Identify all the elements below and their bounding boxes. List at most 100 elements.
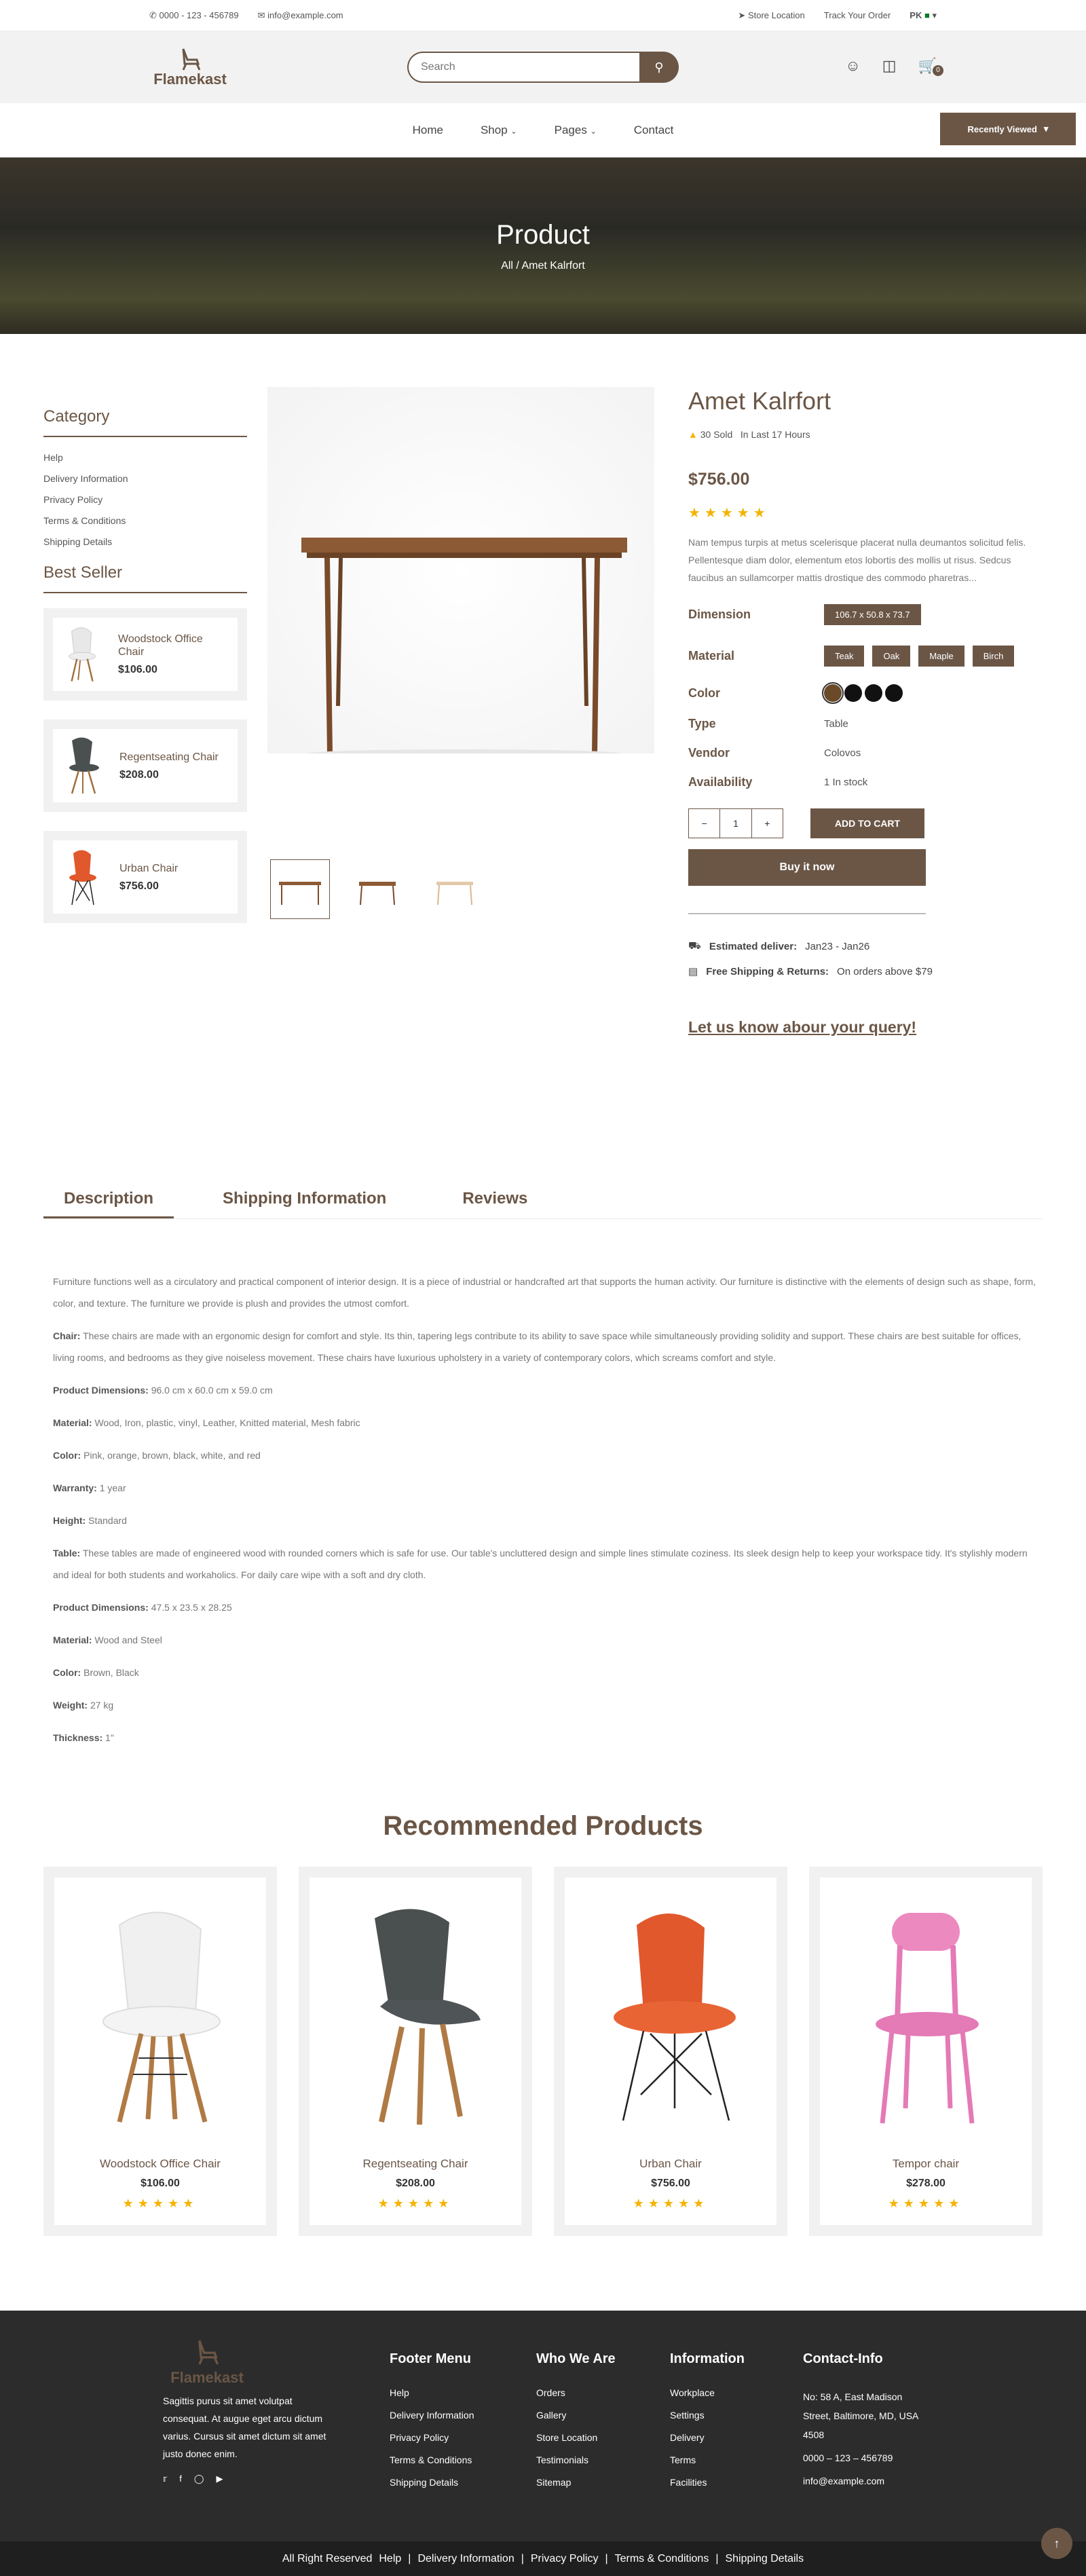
footer-link[interactable]: Settings [670,2410,745,2421]
footer-logo[interactable]: Flamekast [163,2338,251,2387]
cart-icon[interactable]: 🛒 0 [918,57,943,76]
buy-now-button[interactable]: Buy it now [688,849,926,886]
track-order-link[interactable]: Track Your Order [824,10,891,20]
product-card[interactable]: Woodstock Office Chair $106.00 ★★★★★ [43,1867,277,2236]
user-icon[interactable]: ☺ [845,57,860,75]
footer-link[interactable]: Terms [670,2454,745,2465]
purchase-row: −1 + ADD TO CART [688,808,1043,838]
spec-line: Weight: 27 kg [53,1700,114,1711]
footer-email[interactable]: info@example.com [803,2471,932,2490]
bag-icon[interactable]: ◫ [882,57,897,75]
footer-link[interactable]: Gallery [536,2410,616,2421]
bottom-link[interactable]: Privacy Policy [531,2553,599,2565]
store-location-link[interactable]: ➤ Store Location [738,10,804,21]
add-to-cart-button[interactable]: ADD TO CART [810,808,924,838]
bottom-link[interactable]: Shipping Details [725,2553,804,2565]
table-thumb-image [436,882,473,906]
bestseller-card[interactable]: Regentseating Chair $208.00 [43,720,247,812]
chevron-down-icon: ⌄ [510,127,517,136]
table-image [301,538,627,758]
footer-link[interactable]: Terms & Conditions [390,2454,474,2465]
language-selector[interactable]: PK ■ ▾ [910,10,937,21]
category-item[interactable]: Delivery Information [43,473,247,484]
type-row: Type Table [688,717,848,730]
search-bar: ⚲ [407,52,679,83]
facebook-icon[interactable]: f [179,2474,182,2484]
availability-row: Availability 1 In stock [688,775,868,789]
chair-logo-icon [198,2340,219,2365]
bottom-link[interactable]: Help [379,2553,401,2565]
tab-shipping[interactable]: Shipping Information [223,1189,386,1218]
topbar: ✆ 0000 - 123 - 456789 ✉ info@example.com… [0,0,1086,31]
search-input[interactable] [407,52,639,83]
nav-contact[interactable]: Contact [634,124,674,137]
thumbnail-1[interactable] [270,859,330,919]
spec-line: Material: Wood and Steel [53,1635,162,1645]
query-link[interactable]: Let us know abour your query! [688,1018,1043,1037]
color-swatch-brown[interactable] [822,682,844,704]
spec-line: Product Dimensions: 96.0 cm x 60.0 cm x … [53,1385,273,1396]
material-option[interactable]: Teak [824,646,865,667]
footer-link[interactable]: Privacy Policy [390,2432,474,2443]
bottom-link[interactable]: Terms & Conditions [615,2553,709,2565]
footer-link[interactable]: Help [390,2387,474,2398]
nav-home[interactable]: Home [413,124,443,137]
footer-link[interactable]: Shipping Details [390,2477,474,2488]
quantity-stepper: −1 + [688,808,783,838]
footer-phone[interactable]: 0000 – 123 – 456789 [803,2448,932,2467]
white-chair-image [102,1911,221,2123]
category-item[interactable]: Terms & Conditions [43,515,247,526]
category-list: Help Delivery Information Privacy Policy… [43,452,247,547]
email-info[interactable]: ✉ info@example.com [258,10,343,21]
tab-description[interactable]: Description [43,1189,174,1218]
category-item[interactable]: Help [43,452,247,463]
material-option[interactable]: Maple [918,646,965,667]
rating-stars: ★★★★★ [122,2197,198,2210]
thumbnail-3[interactable] [425,859,485,919]
back-to-top-button[interactable]: ↑ [1041,2528,1072,2559]
color-swatch-black[interactable] [865,684,882,702]
bottom-link[interactable]: Delivery Information [417,2553,514,2565]
twitter-icon[interactable]: 𝕣 [163,2474,167,2484]
brand-logo[interactable]: Flamekast [149,46,231,88]
chair-logo-icon [182,48,201,71]
search-button[interactable]: ⚲ [639,52,679,83]
dimension-option[interactable]: 106.7 x 50.8 x 73.7 [824,604,921,625]
tab-reviews[interactable]: Reviews [462,1189,527,1218]
plus-button[interactable]: + [752,809,783,838]
youtube-icon[interactable]: ▶ [216,2474,223,2484]
product-description: Nam tempus turpis at metus scelerisque p… [688,537,1026,583]
product-card[interactable]: Urban Chair $756.00 ★★★★★ [554,1867,787,2236]
instagram-icon[interactable]: ◯ [194,2474,204,2484]
footer-link[interactable]: Store Location [536,2432,616,2443]
footer-link[interactable]: Workplace [670,2387,745,2398]
breadcrumb: All / Amet Kalrfort [501,260,585,272]
material-option[interactable]: Birch [972,646,1015,667]
product-card[interactable]: Regentseating Chair $208.00 ★★★★★ [299,1867,532,2236]
bestseller-card[interactable]: Urban Chair $756.00 [43,831,247,923]
breadcrumb-all[interactable]: All [501,260,513,272]
recently-viewed-button[interactable]: Recently Viewed ▾ [940,113,1076,145]
phone-info[interactable]: ✆ 0000 - 123 - 456789 [149,10,239,21]
quantity-value[interactable]: 1 [720,809,752,838]
thumbnail-2[interactable] [348,859,407,919]
product-main-image[interactable] [267,387,654,758]
footer-link[interactable]: Testimonials [536,2454,616,2465]
footer-link[interactable]: Orders [536,2387,616,2398]
category-item[interactable]: Privacy Policy [43,494,247,505]
color-swatch-black[interactable] [844,684,862,702]
category-item[interactable]: Shipping Details [43,536,247,547]
nav-pages[interactable]: Pages ⌄ [555,124,597,137]
product-card[interactable]: Tempor chair $278.00 ★★★★★ [809,1867,1043,2236]
fire-icon: ▲ [688,429,698,440]
minus-button[interactable]: − [689,809,721,838]
nav-shop[interactable]: Shop ⌄ [481,124,517,137]
document-icon: ▤ [688,966,698,977]
color-swatch-black[interactable] [885,684,903,702]
footer-link[interactable]: Facilities [670,2477,745,2488]
bestseller-card[interactable]: Woodstock Office Chair $106.00 [43,608,247,701]
footer-link[interactable]: Sitemap [536,2477,616,2488]
material-option[interactable]: Oak [872,646,911,667]
footer-link[interactable]: Delivery Information [390,2410,474,2421]
footer-link[interactable]: Delivery [670,2432,745,2443]
